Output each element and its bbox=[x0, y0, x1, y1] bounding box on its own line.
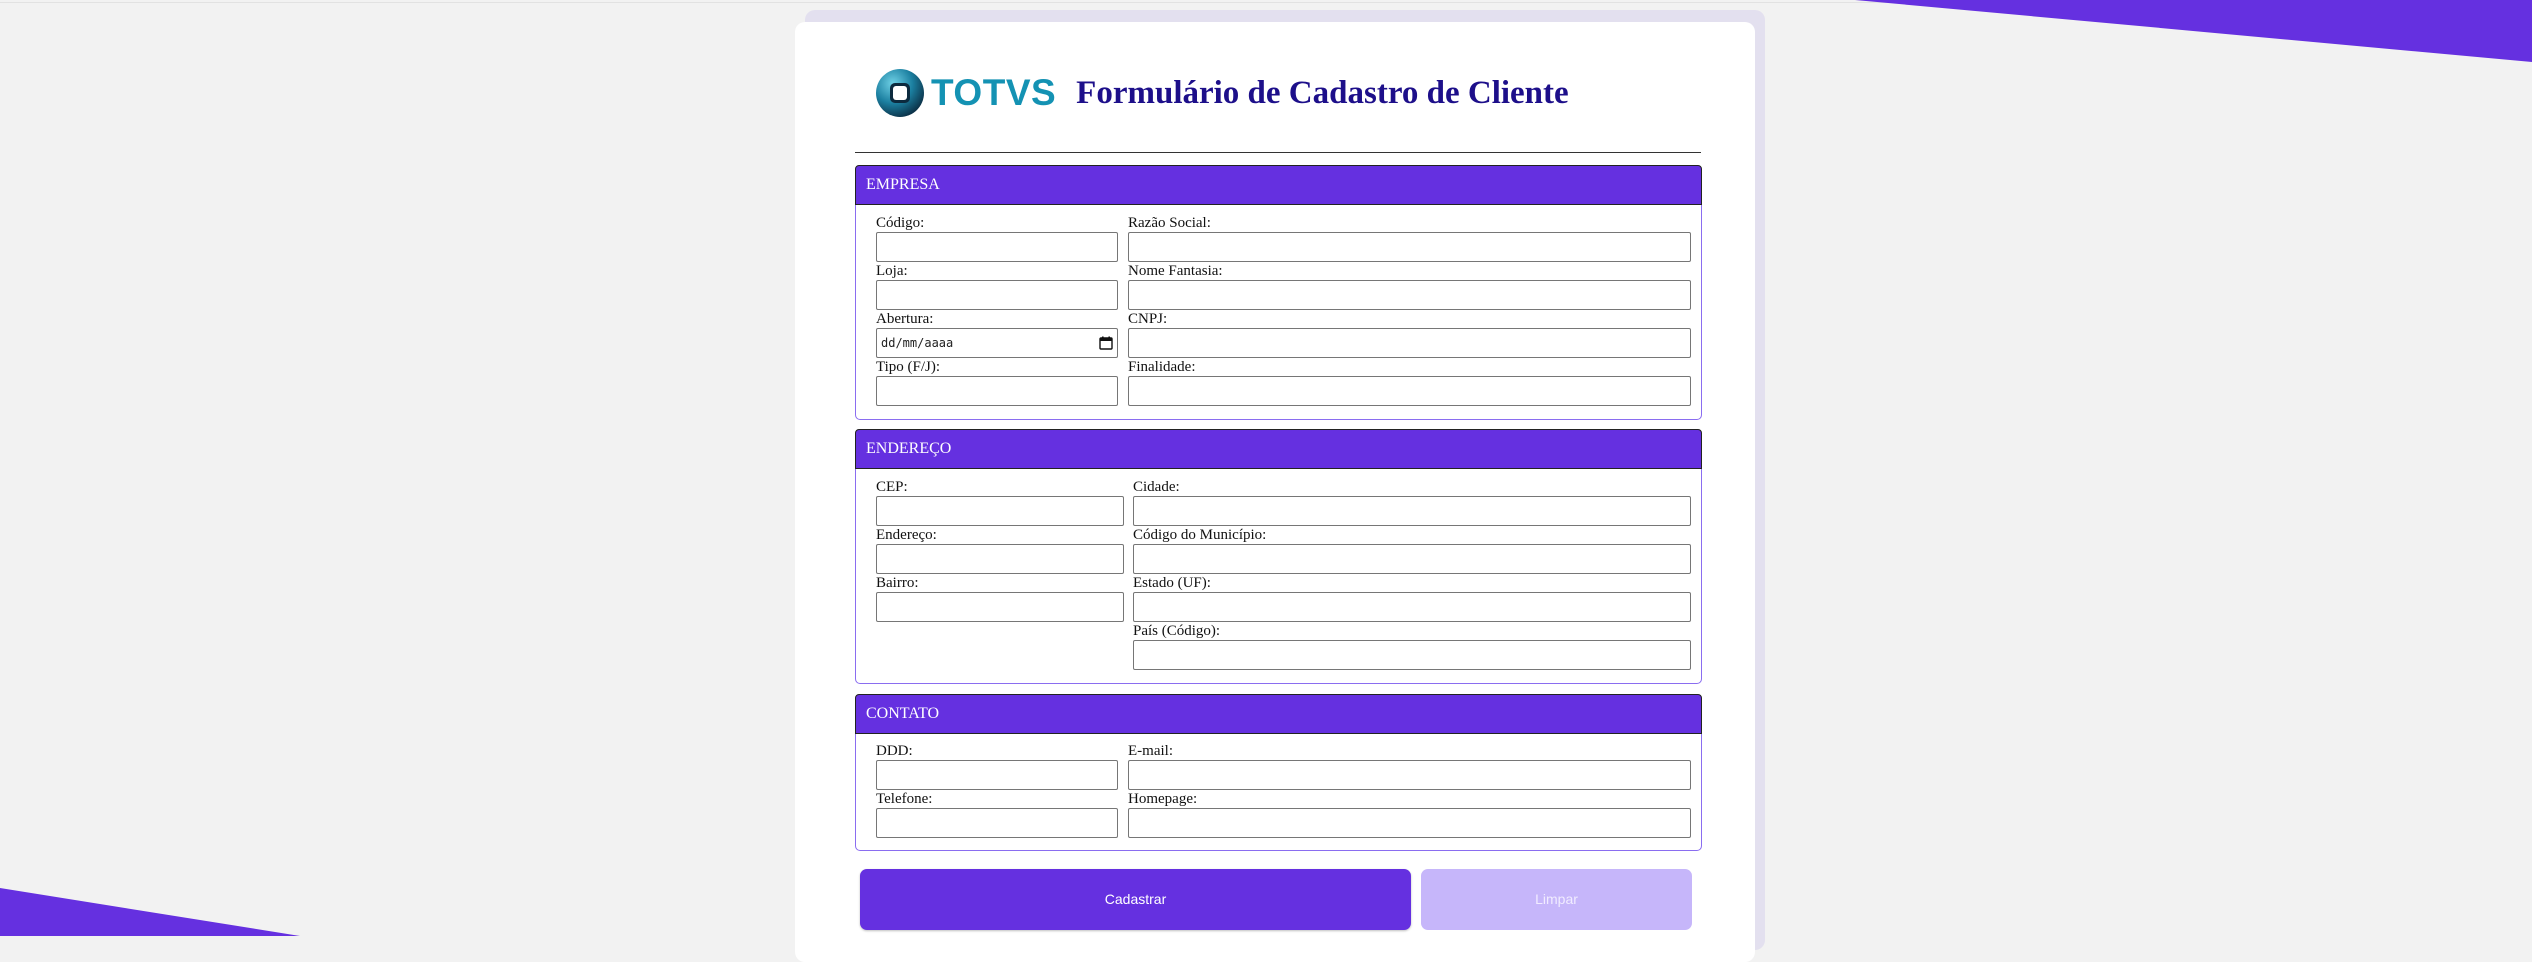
bairro-input[interactable] bbox=[876, 592, 1124, 622]
cadastrar-button[interactable]: Cadastrar bbox=[860, 869, 1411, 930]
label-finalidade: Finalidade: bbox=[1128, 359, 1196, 375]
field-telefone: Telefone: bbox=[876, 790, 1118, 838]
homepage-input[interactable] bbox=[1128, 808, 1691, 838]
loja-input[interactable] bbox=[876, 280, 1118, 310]
totvs-logo: TOTVS bbox=[875, 66, 1056, 120]
calendar-icon[interactable] bbox=[1099, 336, 1113, 350]
section-title-empresa: EMPRESA bbox=[855, 165, 1702, 205]
page-title: Formulário de Cadastro de Cliente bbox=[1076, 74, 1569, 111]
label-bairro: Bairro: bbox=[876, 575, 919, 591]
section-title-endereco: ENDEREÇO bbox=[855, 429, 1702, 469]
label-codigo: Código: bbox=[876, 215, 925, 231]
label-telefone: Telefone: bbox=[876, 791, 933, 807]
email-input[interactable] bbox=[1128, 760, 1691, 790]
label-pais: País (Código): bbox=[1133, 623, 1221, 639]
limpar-button[interactable]: Limpar bbox=[1421, 869, 1692, 930]
field-estado: Estado (UF): bbox=[1133, 574, 1691, 622]
field-finalidade: Finalidade: bbox=[1128, 358, 1691, 406]
label-abertura: Abertura: bbox=[876, 311, 934, 327]
field-cnpj: CNPJ: bbox=[1128, 310, 1691, 358]
section-contato: CONTATO DDD: E-mail: Telefone: Homepage: bbox=[855, 694, 1702, 851]
telefone-input[interactable] bbox=[876, 808, 1118, 838]
abertura-date-placeholder: dd/mm/aaaa bbox=[881, 336, 954, 350]
tipo-input[interactable] bbox=[876, 376, 1118, 406]
logo-text: TOTVS bbox=[931, 72, 1057, 113]
label-nome-fantasia: Nome Fantasia: bbox=[1128, 263, 1223, 279]
field-cep: CEP: bbox=[876, 478, 1124, 526]
label-cep: CEP: bbox=[876, 479, 908, 495]
field-email: E-mail: bbox=[1128, 742, 1691, 790]
nome-fantasia-input[interactable] bbox=[1128, 280, 1691, 310]
field-nome-fantasia: Nome Fantasia: bbox=[1128, 262, 1691, 310]
label-codigo-municipio: Código do Município: bbox=[1133, 527, 1267, 543]
label-loja: Loja: bbox=[876, 263, 908, 279]
header-divider bbox=[855, 152, 1701, 153]
form-actions: Cadastrar Limpar bbox=[860, 869, 1692, 930]
ddd-input[interactable] bbox=[876, 760, 1118, 790]
field-tipo: Tipo (F/J): bbox=[876, 358, 1118, 406]
label-ddd: DDD: bbox=[876, 743, 913, 759]
label-estado: Estado (UF): bbox=[1133, 575, 1211, 591]
codigo-municipio-input[interactable] bbox=[1133, 544, 1691, 574]
field-pais: País (Código): bbox=[1133, 622, 1691, 670]
field-cidade: Cidade: bbox=[1133, 478, 1691, 526]
field-ddd: DDD: bbox=[876, 742, 1118, 790]
label-email: E-mail: bbox=[1128, 743, 1173, 759]
decorative-shape-bottom-left bbox=[0, 888, 300, 936]
totvs-logo-icon bbox=[876, 69, 924, 117]
field-loja: Loja: bbox=[876, 262, 1118, 310]
field-endereco: Endereço: bbox=[876, 526, 1124, 574]
abertura-date-input[interactable]: dd/mm/aaaa bbox=[876, 328, 1118, 358]
finalidade-input[interactable] bbox=[1128, 376, 1691, 406]
cep-input[interactable] bbox=[876, 496, 1124, 526]
field-codigo-municipio: Código do Município: bbox=[1133, 526, 1691, 574]
label-endereco: Endereço: bbox=[876, 527, 937, 543]
cidade-input[interactable] bbox=[1133, 496, 1691, 526]
field-bairro: Bairro: bbox=[876, 574, 1124, 622]
pais-input[interactable] bbox=[1133, 640, 1691, 670]
cnpj-input[interactable] bbox=[1128, 328, 1691, 358]
label-cnpj: CNPJ: bbox=[1128, 311, 1168, 327]
section-title-contato: CONTATO bbox=[855, 694, 1702, 734]
estado-input[interactable] bbox=[1133, 592, 1691, 622]
endereco-input[interactable] bbox=[876, 544, 1124, 574]
field-homepage: Homepage: bbox=[1128, 790, 1691, 838]
field-abertura: Abertura: dd/mm/aaaa bbox=[876, 310, 1118, 358]
label-cidade: Cidade: bbox=[1133, 479, 1180, 495]
label-tipo: Tipo (F/J): bbox=[876, 359, 941, 375]
codigo-input[interactable] bbox=[876, 232, 1118, 262]
form-header: TOTVS Formulário de Cadastro de Cliente bbox=[875, 66, 1735, 120]
section-endereco: ENDEREÇO CEP: Cidade: Endereço: Código d… bbox=[855, 429, 1702, 684]
field-razao-social: Razão Social: bbox=[1128, 214, 1691, 262]
razao-social-input[interactable] bbox=[1128, 232, 1691, 262]
section-empresa: EMPRESA Código: Razão Social: Loja: Nome… bbox=[855, 165, 1702, 420]
label-razao-social: Razão Social: bbox=[1128, 215, 1211, 231]
label-homepage: Homepage: bbox=[1128, 791, 1198, 807]
field-codigo: Código: bbox=[876, 214, 1118, 262]
